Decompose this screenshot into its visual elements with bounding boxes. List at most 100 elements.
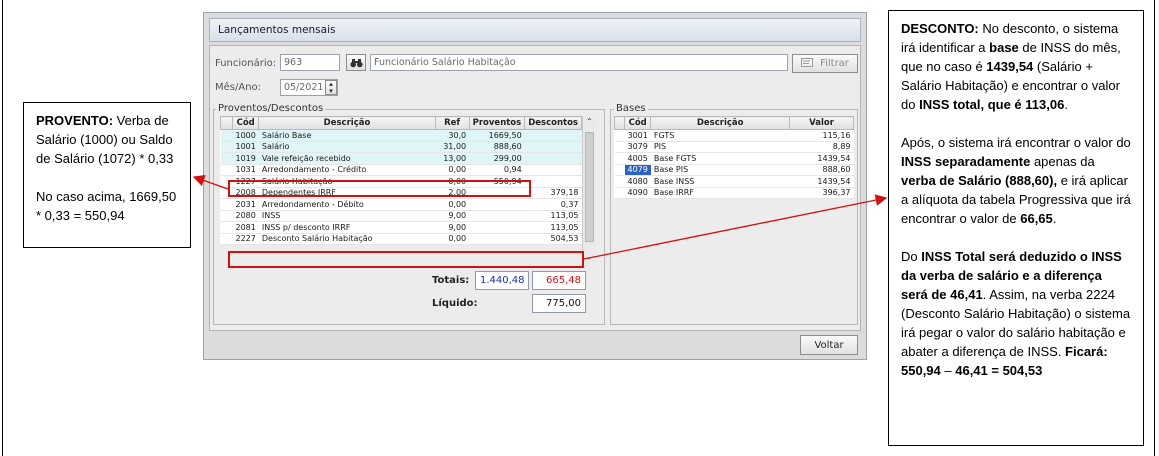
row-indicator (614, 141, 625, 153)
highlight-salario-habitacao (228, 180, 531, 197)
scroll-up-icon[interactable]: ⌃ (586, 117, 593, 126)
table-row[interactable]: 3001 FGTS 115,16 (614, 129, 854, 142)
left-note-provento: PROVENTO: Verba de Salário (1000) ou Sal… (36, 113, 174, 166)
descontos-cell (524, 152, 582, 165)
bases-col-descricao[interactable]: Descrição (650, 116, 790, 130)
descricao-cell: Base INSS (650, 175, 790, 188)
bases-row-indicator-header (614, 116, 625, 130)
descontos-cell (524, 141, 582, 153)
proventos-cell (469, 221, 525, 234)
descricao-cell: FGTS (650, 129, 790, 142)
col-descricao[interactable]: Descrição (258, 116, 436, 130)
cod-cell: 3079 (624, 141, 651, 153)
table-row[interactable]: 2227 Desconto Salário Habitação 0,00 504,53 (220, 233, 582, 245)
descontos-cell: 379,18 (524, 187, 582, 199)
valor-cell: 396,37 (789, 187, 854, 199)
cod-cell: 4079 (624, 164, 651, 176)
valor-cell: 8,89 (789, 141, 854, 153)
spinner-down-icon[interactable]: ▾ (329, 87, 333, 95)
descricao-cell: Salário (258, 141, 436, 153)
table-row[interactable]: 2080 INSS 9,00 113,05 (220, 210, 582, 222)
table-row[interactable]: 1031 Arredondamento - Crédito 0,00 0,94 (220, 164, 582, 176)
binoculars-search-button[interactable] (346, 54, 366, 71)
proventos-scrollbar[interactable]: ⌃ ⌄ (582, 116, 596, 266)
col-descontos[interactable]: Descontos (524, 116, 582, 130)
cod-cell: 1019 (232, 152, 259, 165)
row-indicator (614, 129, 625, 142)
descontos-cell: 504,53 (524, 233, 582, 245)
descricao-cell: Base FGTS (650, 152, 790, 165)
descontos-cell: 0,37 (524, 198, 582, 211)
filter-icon (801, 58, 814, 67)
proventos-cell: 1669,50 (469, 129, 525, 142)
descricao-cell: Desconto Salário Habitação (258, 233, 436, 245)
proventos-cell (469, 198, 525, 211)
totais-label: Totais: (432, 275, 470, 286)
funcionario-name-input[interactable]: Funcionário Salário Habitação (370, 54, 788, 71)
descontos-cell (524, 175, 582, 188)
table-row[interactable]: 1001 Salário 31,00 888,60 (220, 141, 582, 153)
funcionario-code-input[interactable]: 963 (280, 54, 340, 71)
liquido-field: 775,00 (532, 294, 586, 313)
binoculars-icon (349, 58, 363, 67)
table-row[interactable]: 1019 Vale refeição recebido 13,00 299,00 (220, 152, 582, 165)
descontos-cell (524, 164, 582, 176)
total-proventos-field: 1.440,48 (475, 271, 529, 290)
table-row[interactable]: 2081 INSS p/ desconto IRRF 9,00 113,05 (220, 221, 582, 234)
table-row[interactable]: 1000 Salário Base 30,0 1669,50 (220, 129, 582, 142)
valor-cell: 1439,54 (789, 152, 854, 165)
mes-ano-label: Mês/Ano: (215, 82, 262, 93)
cod-cell: 3001 (624, 129, 651, 142)
window-title: Lançamentos mensais (209, 18, 861, 42)
right-note-apos: Após, o sistema irá encontrar o valor do… (901, 135, 1131, 226)
liquido-label: Líquido: (432, 298, 478, 309)
scroll-down-icon[interactable]: ⌄ (586, 252, 593, 261)
ref-cell: 13,00 (435, 152, 470, 165)
left-note: PROVENTO: Verba de Salário (1000) ou Sal… (23, 102, 191, 248)
descricao-cell: INSS (258, 210, 436, 222)
row-indicator (220, 233, 233, 245)
cod-cell: 4005 (624, 152, 651, 165)
row-indicator (220, 141, 233, 153)
descontos-cell: 113,05 (524, 210, 582, 222)
table-row[interactable]: 4090 Base IRRF 396,37 (614, 187, 854, 199)
col-cod[interactable]: Cód (231, 116, 260, 130)
proventos-scroll-thumb[interactable] (585, 132, 594, 242)
ref-cell: 31,00 (435, 141, 470, 153)
row-indicator (220, 152, 233, 165)
table-row[interactable]: 3079 PIS 8,89 (614, 141, 854, 153)
row-indicator (614, 175, 625, 188)
row-indicator (614, 164, 625, 176)
mes-ano-spinner[interactable]: ▴ ▾ (325, 80, 337, 95)
page-right-rule (1154, 0, 1155, 456)
descricao-cell: Salário Base (258, 129, 436, 142)
table-row[interactable]: 4080 Base INSS 1439,54 (614, 175, 854, 188)
left-note-example: No caso acima, 1669,50 * 0,33 = 550,94 (36, 189, 177, 223)
col-proventos[interactable]: Proventos (468, 116, 526, 130)
proventos-header-row: Cód Descrição Ref Proventos Descontos (220, 116, 582, 130)
table-row[interactable]: 2031 Arredondamento - Débito 0,00 0,37 (220, 198, 582, 211)
bases-col-cod[interactable]: Cód (623, 116, 652, 130)
descricao-cell: PIS (650, 141, 790, 153)
table-row[interactable]: 4005 Base FGTS 1439,54 (614, 152, 854, 165)
bases-col-valor[interactable]: Valor (789, 116, 854, 130)
funcionario-label: Funcionário: (215, 58, 277, 69)
col-ref[interactable]: Ref (434, 116, 470, 130)
row-indicator (220, 221, 233, 234)
proventos-cell (469, 233, 525, 245)
proventos-cell: 888,60 (469, 141, 525, 153)
cod-cell: 1001 (232, 141, 259, 153)
descricao-cell: Base PIS (650, 164, 790, 176)
table-row[interactable]: 4079 Base PIS 888,60 (614, 164, 854, 176)
ref-cell: 0,00 (435, 198, 470, 211)
bases-header-row: Cód Descrição Valor (614, 116, 854, 130)
row-indicator (220, 210, 233, 222)
cod-cell: 1031 (232, 164, 259, 176)
cod-cell: 2227 (232, 233, 259, 245)
cod-cell: 2031 (232, 198, 259, 211)
filtrar-button[interactable]: Filtrar (792, 54, 858, 73)
right-note: DESCONTO: No desconto, o sistema irá ide… (888, 10, 1144, 446)
proventos-cell: 0,94 (469, 164, 525, 176)
filtrar-label: Filtrar (820, 58, 849, 69)
voltar-button[interactable]: Voltar (800, 335, 858, 355)
